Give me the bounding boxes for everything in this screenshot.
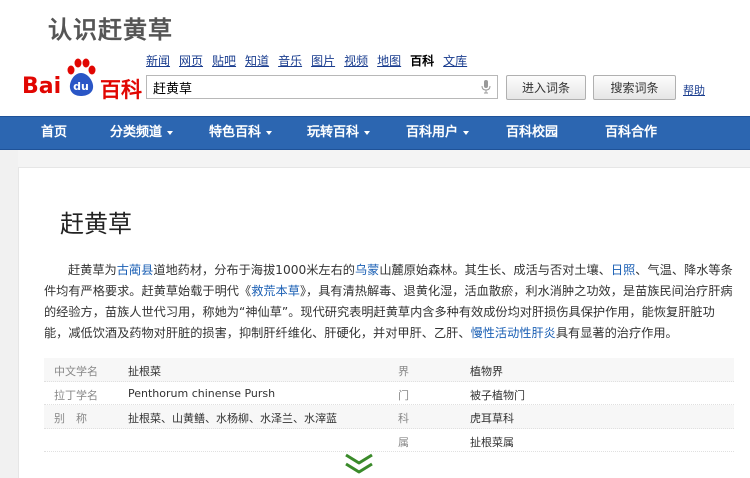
info-value: 被子植物门 (470, 388, 525, 402)
main-nav-users[interactable]: 百科用户 (406, 117, 470, 149)
logo-text-du: du (73, 80, 89, 93)
top-nav-link[interactable]: 新闻 (146, 52, 170, 69)
caret-down-icon (167, 130, 174, 135)
top-nav-link[interactable]: 音乐 (278, 52, 302, 69)
page-heading: 认识赶黄草 (48, 16, 173, 44)
table-row: 属 扯根菜属 (44, 429, 734, 452)
article-summary: 赶黄草为古蔺县道地药材，分布于海拔1000米左右的乌蒙山麓原始森林。其生长、成活… (44, 263, 733, 340)
info-key: 中文学名 (54, 365, 98, 378)
caret-down-icon (266, 130, 273, 135)
table-row: 别 称 扯根菜、山黄鳝、水杨柳、水泽兰、水滓蓝 科 虎耳草科 (44, 405, 734, 429)
article-title: 赶黄草 (60, 210, 132, 238)
info-value: Penthorum chinense Pursh (128, 386, 276, 400)
top-nav: 新闻 网页 贴吧 知道 音乐 图片 视频 地图 百科 文库 (146, 52, 467, 69)
main-nav-categories[interactable]: 分类频道 (110, 117, 174, 149)
link-wumeng[interactable]: 乌蒙 (355, 263, 379, 277)
microphone-icon[interactable] (481, 80, 491, 94)
baidu-baike-logo[interactable]: Bai du 百科 (22, 58, 142, 102)
logo-text-bai: Bai (22, 74, 62, 99)
info-key: 科 (398, 412, 409, 425)
main-nav-featured[interactable]: 特色百科 (209, 117, 273, 149)
table-row: 中文学名 扯根菜 界 植物界 (44, 358, 734, 382)
baidu-paw-icon: du (67, 58, 96, 96)
info-key: 界 (398, 365, 409, 378)
search-box (146, 75, 498, 99)
search-input[interactable] (147, 76, 479, 98)
table-row: 拉丁学名 Penthorum chinense Pursh 门 被子植物门 (44, 382, 734, 405)
top-nav-link[interactable]: 图片 (311, 52, 335, 69)
logo-text-baike: 百科 (100, 78, 142, 102)
info-key: 属 (398, 435, 409, 449)
top-nav-active-baike: 百科 (410, 54, 435, 68)
info-value: 扯根菜属 (470, 435, 514, 449)
top-nav-link[interactable]: 地图 (377, 52, 401, 69)
page-background-left (0, 150, 18, 478)
info-value: 植物界 (470, 365, 503, 378)
top-nav-link[interactable]: 知道 (245, 52, 269, 69)
main-nav: 首页 分类频道 特色百科 玩转百科 百科用户 百科校园 百科合作 (0, 116, 750, 150)
top-nav-link[interactable]: 贴吧 (212, 52, 236, 69)
main-nav-home[interactable]: 首页 (41, 117, 67, 149)
enter-entry-button[interactable]: 进入词条 (506, 75, 586, 100)
top-nav-link[interactable]: 网页 (179, 52, 203, 69)
info-value: 虎耳草科 (470, 412, 514, 425)
main-nav-play[interactable]: 玩转百科 (307, 117, 371, 149)
caret-down-icon (364, 130, 371, 135)
caret-down-icon (463, 130, 470, 135)
double-chevron-down-icon[interactable] (343, 452, 375, 476)
search-entry-button[interactable]: 搜索词条 (593, 75, 676, 100)
link-gulin[interactable]: 古蔺县 (117, 263, 154, 277)
main-nav-campus[interactable]: 百科校园 (506, 117, 558, 149)
help-link[interactable]: 帮助 (683, 82, 705, 98)
info-value: 扯根菜、山黄鳝、水杨柳、水泽兰、水滓蓝 (128, 412, 337, 425)
info-value: 扯根菜 (128, 365, 161, 378)
main-nav-cooperation[interactable]: 百科合作 (605, 117, 657, 149)
basic-info-table: 中文学名 扯根菜 界 植物界 拉丁学名 Penthorum chinense P… (44, 358, 734, 452)
page-background (0, 150, 750, 167)
info-key: 门 (398, 388, 409, 402)
top-nav-link[interactable]: 视频 (344, 52, 368, 69)
info-key: 别 称 (54, 412, 87, 425)
link-rizhao[interactable]: 日照 (611, 263, 635, 277)
info-key: 拉丁学名 (54, 388, 98, 402)
top-nav-link[interactable]: 文库 (443, 52, 467, 69)
link-jiuhuang-bencao[interactable]: 救荒本草 (251, 284, 300, 298)
link-chronic-hepatitis[interactable]: 慢性活动性肝炎 (471, 326, 556, 340)
